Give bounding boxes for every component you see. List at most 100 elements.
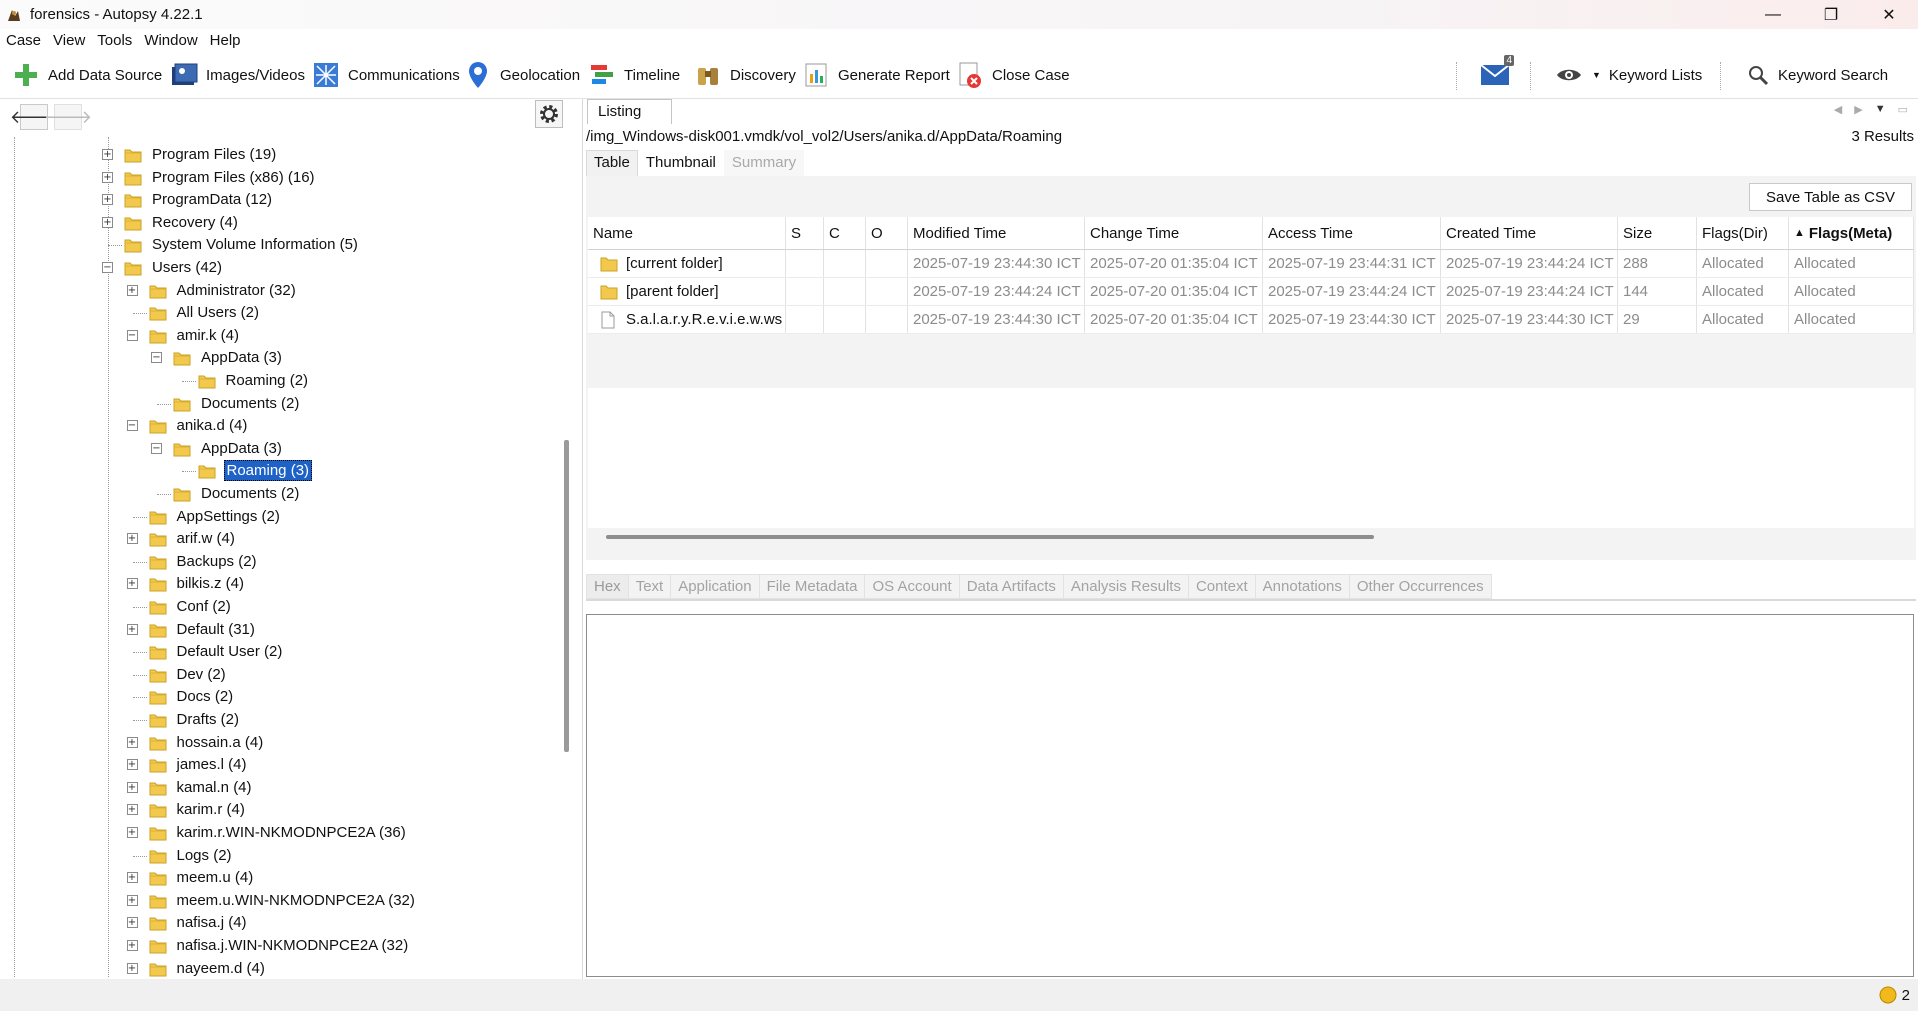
tree-node[interactable]: + nafisa.j (4) bbox=[0, 912, 556, 934]
tree-node[interactable]: − AppData (3) bbox=[0, 347, 556, 369]
column-header[interactable]: Flags(Dir) bbox=[1697, 217, 1789, 249]
menu-view[interactable]: View bbox=[47, 32, 91, 49]
tab-text[interactable]: Text bbox=[627, 574, 672, 599]
tab-data-artifacts[interactable]: Data Artifacts bbox=[958, 574, 1064, 599]
tree-node[interactable]: + Program Files (19) bbox=[0, 144, 556, 166]
expand-icon[interactable]: + bbox=[126, 940, 138, 951]
discovery-button[interactable]: Discovery bbox=[694, 60, 796, 90]
maximize-panel-icon[interactable]: ▭ bbox=[1898, 103, 1908, 116]
expand-icon[interactable]: + bbox=[126, 781, 138, 793]
menu-help[interactable]: Help bbox=[204, 32, 247, 49]
expand-icon[interactable]: + bbox=[126, 872, 138, 884]
expand-icon[interactable]: + bbox=[126, 917, 138, 929]
tree-node[interactable]: + Default (31) bbox=[0, 619, 556, 641]
tab-hex[interactable]: Hex bbox=[586, 574, 629, 599]
expand-icon[interactable]: + bbox=[102, 216, 113, 228]
save-csv-button[interactable]: Save Table as CSV bbox=[1749, 183, 1912, 211]
tree-node[interactable]: All Users (2) bbox=[0, 302, 556, 324]
collapse-icon[interactable]: − bbox=[151, 442, 162, 454]
expand-icon[interactable]: + bbox=[126, 894, 138, 906]
tab-table[interactable]: Table bbox=[586, 150, 638, 176]
forward-button[interactable]: 🡒 bbox=[44, 104, 92, 130]
tab-os-account[interactable]: OS Account bbox=[864, 574, 960, 599]
tree-node[interactable]: + Administrator (32) bbox=[0, 280, 556, 302]
column-header[interactable]: Name bbox=[588, 217, 786, 249]
tree-node[interactable]: + james.l (4) bbox=[0, 754, 556, 776]
keyword-lists-button[interactable]: ▼ Keyword Lists bbox=[1554, 60, 1702, 90]
tree-node[interactable]: + meem.u (4) bbox=[0, 867, 556, 889]
menu-tools[interactable]: Tools bbox=[91, 32, 138, 49]
column-header[interactable]: Modified Time bbox=[908, 217, 1085, 249]
content-viewer[interactable] bbox=[586, 614, 1914, 977]
tree-node[interactable]: Logs (2) bbox=[0, 845, 556, 867]
communications-button[interactable]: Communications bbox=[312, 60, 460, 90]
tree-node[interactable]: + kamal.n (4) bbox=[0, 777, 556, 799]
expand-icon[interactable]: + bbox=[102, 171, 113, 183]
expand-icon[interactable]: + bbox=[126, 284, 138, 296]
tree-node[interactable]: + hossain.a (4) bbox=[0, 732, 556, 754]
expand-icon[interactable]: + bbox=[126, 533, 138, 545]
notifications-indicator[interactable]: 2 bbox=[1878, 985, 1910, 1005]
table-hscroll-thumb[interactable] bbox=[606, 535, 1374, 539]
tree-node[interactable]: Roaming (3) bbox=[0, 460, 556, 482]
tree-node[interactable]: + bilkis.z (4) bbox=[0, 573, 556, 595]
geolocation-button[interactable]: Geolocation bbox=[464, 60, 580, 90]
tree-node[interactable]: System Volume Information (5) bbox=[0, 234, 556, 256]
timeline-button[interactable]: Timeline bbox=[588, 60, 680, 90]
close-window-button[interactable]: ✕ bbox=[1860, 0, 1918, 29]
tree-node[interactable]: Conf (2) bbox=[0, 596, 556, 618]
menu-window[interactable]: Window bbox=[138, 32, 203, 49]
expand-icon[interactable]: + bbox=[126, 804, 138, 816]
column-header[interactable]: ▲ Flags(Meta) bbox=[1789, 217, 1914, 249]
mail-notification-button[interactable]: 4 bbox=[1476, 55, 1522, 90]
tab-file-metadata[interactable]: File Metadata bbox=[758, 574, 866, 599]
tree-scrollbar[interactable] bbox=[564, 440, 569, 752]
tree-node[interactable]: Documents (2) bbox=[0, 393, 556, 415]
column-header[interactable]: Change Time bbox=[1085, 217, 1263, 249]
column-header[interactable]: Access Time bbox=[1263, 217, 1441, 249]
tab-thumbnail[interactable]: Thumbnail bbox=[638, 150, 724, 176]
tree-node[interactable]: + karim.r (4) bbox=[0, 799, 556, 821]
tree-node[interactable]: − amir.k (4) bbox=[0, 325, 556, 347]
tab-summary[interactable]: Summary bbox=[723, 150, 805, 176]
menu-case[interactable]: Case bbox=[0, 32, 47, 49]
add-data-source-button[interactable]: Add Data Source bbox=[12, 60, 162, 90]
tree-node[interactable]: Documents (2) bbox=[0, 483, 556, 505]
column-header[interactable]: S bbox=[786, 217, 824, 249]
tree-node[interactable]: + karim.r.WIN-NKMODNPCE2A (36) bbox=[0, 822, 556, 844]
expand-icon[interactable]: + bbox=[126, 962, 138, 974]
next-tab-icon[interactable]: ▶ bbox=[1854, 103, 1862, 116]
expand-icon[interactable]: + bbox=[126, 623, 138, 635]
collapse-icon[interactable]: − bbox=[126, 329, 138, 341]
tree-node[interactable]: + Recovery (4) bbox=[0, 212, 556, 234]
tab-context[interactable]: Context bbox=[1187, 574, 1256, 599]
expand-icon[interactable]: + bbox=[102, 149, 113, 160]
table-row[interactable]: [parent folder] 2025-07-19 23:44:24 ICT 20… bbox=[588, 278, 1914, 306]
tree-node[interactable]: + Program Files (x86) (16) bbox=[0, 167, 556, 189]
collapse-icon[interactable]: − bbox=[102, 262, 113, 273]
expand-icon[interactable]: + bbox=[126, 578, 138, 590]
restore-button[interactable]: ❐ bbox=[1802, 0, 1860, 29]
images-videos-button[interactable]: Images/Videos bbox=[170, 60, 305, 90]
expand-icon[interactable]: + bbox=[102, 194, 113, 206]
tree-node[interactable]: − Users (42) bbox=[0, 257, 556, 279]
table-row[interactable]: [current folder] 2025-07-19 23:44:30 ICT 2… bbox=[588, 250, 1914, 278]
tree-node[interactable]: Roaming (2) bbox=[0, 370, 556, 392]
expand-icon[interactable]: + bbox=[126, 736, 138, 748]
tree-node[interactable]: + meem.u.WIN-NKMODNPCE2A (32) bbox=[0, 890, 556, 912]
expand-icon[interactable]: + bbox=[126, 759, 138, 771]
keyword-search-button[interactable]: Keyword Search bbox=[1746, 60, 1888, 90]
tree-node[interactable]: Docs (2) bbox=[0, 686, 556, 708]
tree-node[interactable]: + arif.w (4) bbox=[0, 528, 556, 550]
column-header[interactable]: Size bbox=[1618, 217, 1697, 249]
tab-listing[interactable]: Listing bbox=[587, 99, 672, 124]
tree-settings-button[interactable] bbox=[535, 100, 563, 128]
table-row[interactable]: S.a.l.a.r.y.R.e.v.i.e.w.ws 2025-07-19 23:… bbox=[588, 306, 1914, 334]
tab-analysis-results[interactable]: Analysis Results bbox=[1062, 574, 1189, 599]
tree-node[interactable]: − AppData (3) bbox=[0, 438, 556, 460]
generate-report-button[interactable]: Generate Report bbox=[802, 60, 950, 90]
collapse-icon[interactable]: − bbox=[126, 420, 138, 432]
tree-node[interactable]: Drafts (2) bbox=[0, 709, 556, 731]
tree-node[interactable]: − anika.d (4) bbox=[0, 415, 556, 437]
split-divider[interactable] bbox=[582, 99, 583, 979]
